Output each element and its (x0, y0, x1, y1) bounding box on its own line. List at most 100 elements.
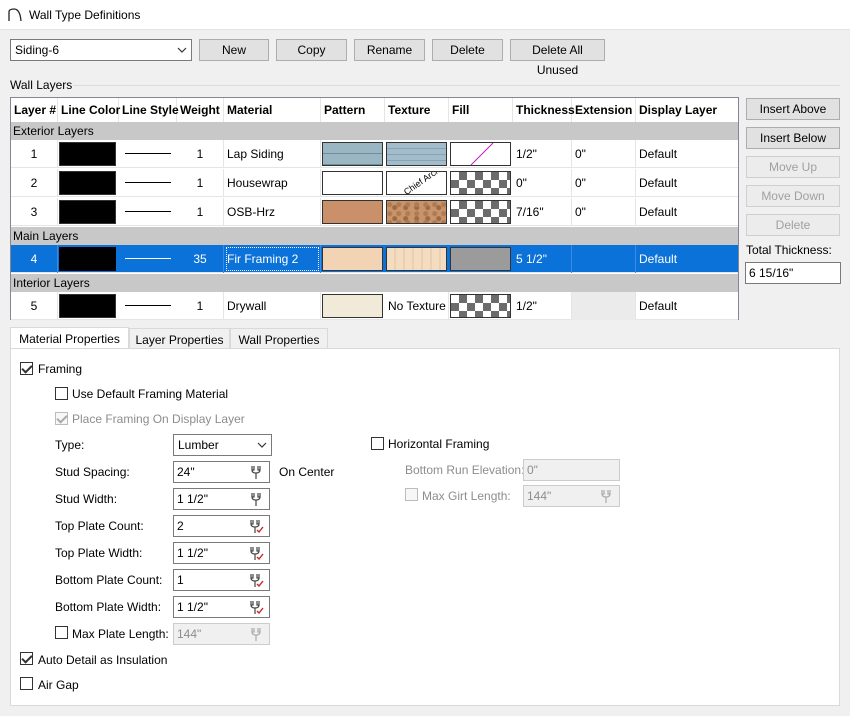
line-color-swatch[interactable] (59, 247, 116, 271)
top-plate-width-value: 1 1/2" (177, 546, 208, 560)
layer-display-layer[interactable]: Default (636, 245, 738, 273)
col-header-line-color[interactable]: Line Color (58, 98, 120, 122)
new-button[interactable]: New (199, 39, 269, 61)
wrench-icon[interactable] (248, 464, 264, 480)
tab-material-properties[interactable]: Material Properties (10, 327, 129, 350)
col-header-weight[interactable]: Weight (177, 98, 224, 122)
framing-label: Framing (38, 362, 83, 376)
col-header-line-style[interactable]: Line Style (119, 98, 179, 122)
fill-swatch[interactable] (450, 294, 511, 318)
texture-text[interactable]: No Texture (385, 292, 449, 320)
pattern-swatch[interactable] (322, 171, 383, 195)
chevron-down-icon (177, 47, 187, 53)
layer-material[interactable]: Fir Framing 2 (224, 245, 321, 273)
layer-extension (572, 292, 636, 320)
framing-checkbox[interactable] (20, 362, 33, 375)
use-default-framing-checkbox[interactable] (55, 387, 68, 400)
wrench-check-icon[interactable] (248, 545, 264, 561)
fill-swatch[interactable] (450, 171, 511, 195)
col-header-display-layer[interactable]: Display Layer (636, 98, 738, 122)
air-gap-checkbox[interactable] (20, 677, 33, 690)
auto-detail-insulation-checkbox[interactable] (20, 652, 33, 665)
delete-layer-button[interactable]: Delete (746, 214, 840, 236)
wrench-check-icon[interactable] (248, 599, 264, 615)
stud-width-field[interactable]: 1 1/2" (173, 488, 270, 510)
layer-material[interactable]: Drywall (224, 292, 321, 320)
horizontal-framing-checkbox[interactable] (371, 437, 384, 450)
max-girt-length-field[interactable]: 144" (523, 485, 620, 507)
table-row[interactable]: 5 1 Drywall No Texture 1/2" Default (11, 292, 738, 320)
layer-display-layer[interactable]: Default (636, 292, 738, 320)
line-color-swatch[interactable] (59, 171, 116, 195)
move-up-button[interactable]: Move Up (746, 156, 840, 178)
table-row-selected[interactable]: 4 35 Fir Framing 2 5 1/2" Default (11, 245, 738, 273)
line-style-preview[interactable] (125, 182, 171, 183)
insert-below-button[interactable]: Insert Below (746, 127, 840, 149)
line-color-swatch[interactable] (59, 142, 116, 166)
tab-layer-properties[interactable]: Layer Properties (129, 328, 230, 350)
top-plate-count-field[interactable]: 2 (173, 515, 270, 537)
pattern-swatch[interactable] (322, 247, 383, 271)
col-header-pattern[interactable]: Pattern (321, 98, 385, 122)
wrench-icon[interactable] (248, 491, 264, 507)
layer-display-layer[interactable]: Default (636, 169, 738, 197)
move-down-button[interactable]: Move Down (746, 185, 840, 207)
top-plate-width-field[interactable]: 1 1/2" (173, 542, 270, 564)
col-header-texture[interactable]: Texture (385, 98, 449, 122)
col-header-extension[interactable]: Extension (572, 98, 636, 122)
fill-swatch[interactable] (450, 247, 511, 271)
layer-display-layer[interactable]: Default (636, 140, 738, 168)
texture-swatch[interactable] (386, 247, 447, 271)
wall-type-select[interactable]: Siding-6 (10, 39, 192, 61)
pattern-swatch[interactable] (322, 200, 383, 224)
table-row[interactable]: 1 1 Lap Siding 1/2" 0" Default (11, 140, 738, 168)
line-style-preview[interactable] (125, 153, 171, 154)
layer-material[interactable]: Lap Siding (224, 140, 321, 168)
layer-display-layer[interactable]: Default (636, 198, 738, 226)
wrench-check-icon[interactable] (248, 518, 264, 534)
col-header-layer[interactable]: Layer # (11, 98, 58, 122)
bottom-plate-width-field[interactable]: 1 1/2" (173, 596, 270, 618)
fill-swatch[interactable] (450, 200, 511, 224)
line-color-swatch[interactable] (59, 294, 116, 318)
col-header-material[interactable]: Material (224, 98, 321, 122)
line-style-preview[interactable] (125, 211, 171, 212)
delete-button[interactable]: Delete (432, 39, 503, 61)
col-header-thickness[interactable]: Thickness (513, 98, 575, 122)
framing-type-value: Lumber (178, 438, 219, 452)
table-row[interactable]: 2 1 Housewrap Chief Arch 0" 0" Default (11, 169, 738, 197)
stud-spacing-field[interactable]: 24" (173, 461, 270, 483)
use-default-framing-label: Use Default Framing Material (72, 387, 229, 401)
line-color-swatch[interactable] (59, 200, 116, 224)
line-style-preview[interactable] (125, 258, 171, 259)
total-thickness-field[interactable]: 6 15/16" (745, 262, 841, 284)
col-header-fill[interactable]: Fill (449, 98, 513, 122)
max-girt-length-value: 144" (527, 489, 552, 503)
pattern-swatch[interactable] (322, 294, 383, 318)
layer-material[interactable]: Housewrap (224, 169, 321, 197)
insert-above-button[interactable]: Insert Above (746, 98, 840, 120)
tab-wall-properties[interactable]: Wall Properties (230, 328, 328, 350)
pattern-swatch[interactable] (322, 142, 383, 166)
place-framing-display-checkbox[interactable] (55, 412, 68, 425)
rename-button[interactable]: Rename (354, 39, 425, 61)
max-girt-length-checkbox[interactable] (405, 488, 418, 501)
copy-button[interactable]: Copy (276, 39, 347, 61)
table-row[interactable]: 3 1 OSB-Hrz 7/16" 0" Default (11, 198, 738, 226)
texture-swatch[interactable] (386, 200, 447, 224)
framing-type-select[interactable]: Lumber (173, 434, 272, 456)
layer-extension: 0" (572, 169, 636, 197)
wall-layers-table[interactable]: Layer # Line Color Line Style Weight Mat… (10, 97, 739, 320)
fill-swatch[interactable] (450, 142, 511, 166)
texture-swatch[interactable] (386, 142, 447, 166)
max-plate-length-checkbox[interactable] (55, 626, 68, 639)
wrench-check-icon[interactable] (248, 572, 264, 588)
bottom-run-elevation-field[interactable]: 0" (523, 459, 620, 481)
delete-all-unused-button[interactable]: Delete All Unused (510, 39, 605, 77)
line-style-preview[interactable] (125, 305, 171, 306)
wrench-icon (601, 490, 611, 503)
layer-material[interactable]: OSB-Hrz (224, 198, 321, 226)
bottom-plate-count-field[interactable]: 1 (173, 569, 270, 591)
texture-swatch[interactable]: Chief Arch (386, 171, 447, 195)
max-plate-length-field[interactable]: 144" (173, 623, 270, 645)
